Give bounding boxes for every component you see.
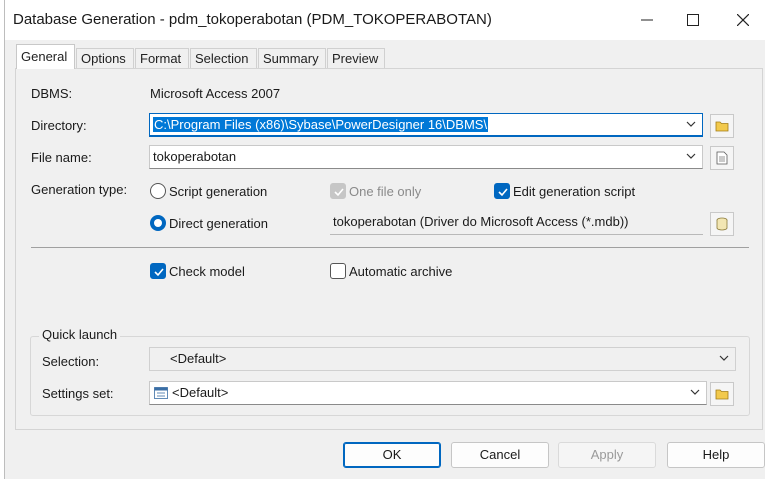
title-bar: Database Generation - pdm_tokoperabotan … <box>5 0 765 40</box>
filename-label: File name: <box>31 150 92 165</box>
settings-set-combo[interactable]: <Default> <box>149 381 707 405</box>
directory-value: C:\Program Files (x86)\Sybase\PowerDesig… <box>153 117 489 132</box>
browse-file-button[interactable] <box>710 146 734 170</box>
browse-settings-button[interactable] <box>710 382 734 406</box>
direct-generation-label[interactable]: Direct generation <box>169 216 268 231</box>
selection-value: <Default> <box>170 351 227 366</box>
chevron-down-icon[interactable] <box>686 119 696 129</box>
folder-icon <box>715 121 729 132</box>
filename-combo[interactable]: tokoperabotan <box>149 145 703 169</box>
checkmark-icon <box>498 188 508 197</box>
close-button[interactable] <box>720 0 765 40</box>
script-generation-radio[interactable] <box>150 183 166 199</box>
database-generation-dialog: Database Generation - pdm_tokoperabotan … <box>4 0 765 479</box>
database-icon <box>716 217 728 231</box>
tab-general[interactable]: General <box>16 44 75 69</box>
quick-launch-title: Quick launch <box>39 327 121 342</box>
maximize-icon <box>687 14 699 26</box>
chevron-down-icon[interactable] <box>686 151 696 161</box>
direct-generation-radio[interactable] <box>150 215 166 231</box>
cancel-button[interactable]: Cancel <box>451 442 549 468</box>
tab-preview[interactable]: Preview <box>327 48 385 68</box>
filename-value: tokoperabotan <box>153 149 237 164</box>
one-file-only-label: One file only <box>349 184 422 199</box>
connect-datasource-button[interactable] <box>710 212 734 236</box>
checkmark-icon <box>154 268 164 277</box>
check-model-label[interactable]: Check model <box>169 264 245 279</box>
folder-icon <box>715 389 729 400</box>
maximize-button[interactable] <box>670 0 716 40</box>
automatic-archive-checkbox[interactable] <box>330 263 346 279</box>
browse-directory-button[interactable] <box>710 114 734 138</box>
directory-label: Directory: <box>31 118 87 133</box>
ok-button[interactable]: OK <box>343 442 441 468</box>
checkmark-icon <box>334 188 344 197</box>
datasource-value: tokoperabotan (Driver do Microsoft Acces… <box>333 214 629 229</box>
edit-generation-script-checkbox[interactable] <box>494 183 510 199</box>
tab-options[interactable]: Options <box>76 48 134 68</box>
dbms-label: DBMS: <box>31 86 73 101</box>
settings-set-label: Settings set: <box>42 386 114 401</box>
selection-label: Selection: <box>42 354 100 369</box>
window-title: Database Generation - pdm_tokoperabotan … <box>13 11 492 28</box>
settings-set-value: <Default> <box>172 385 229 400</box>
datasource-field[interactable]: tokoperabotan (Driver do Microsoft Acces… <box>330 211 703 235</box>
separator <box>31 247 749 248</box>
chevron-down-icon[interactable] <box>690 387 700 397</box>
edit-generation-script-label[interactable]: Edit generation script <box>513 184 635 199</box>
close-icon <box>737 14 749 26</box>
directory-combo[interactable]: C:\Program Files (x86)\Sybase\PowerDesig… <box>149 113 703 137</box>
minimize-icon <box>641 19 653 21</box>
apply-button[interactable]: Apply <box>558 442 656 468</box>
check-model-checkbox[interactable] <box>150 263 166 279</box>
chevron-down-icon[interactable] <box>719 353 729 363</box>
tab-summary[interactable]: Summary <box>258 48 326 68</box>
dbms-value: Microsoft Access 2007 <box>150 86 281 101</box>
minimize-button[interactable] <box>624 0 670 40</box>
help-button[interactable]: Help <box>667 442 765 468</box>
tab-format[interactable]: Format <box>135 48 189 68</box>
selection-combo[interactable]: <Default> <box>149 347 736 371</box>
tab-selection[interactable]: Selection <box>190 48 257 68</box>
automatic-archive-label[interactable]: Automatic archive <box>349 264 452 279</box>
one-file-only-checkbox[interactable] <box>330 183 346 199</box>
script-generation-label[interactable]: Script generation <box>169 184 267 199</box>
document-icon <box>716 151 728 165</box>
generation-type-label: Generation type: <box>31 182 128 197</box>
settings-set-icon <box>154 387 168 399</box>
